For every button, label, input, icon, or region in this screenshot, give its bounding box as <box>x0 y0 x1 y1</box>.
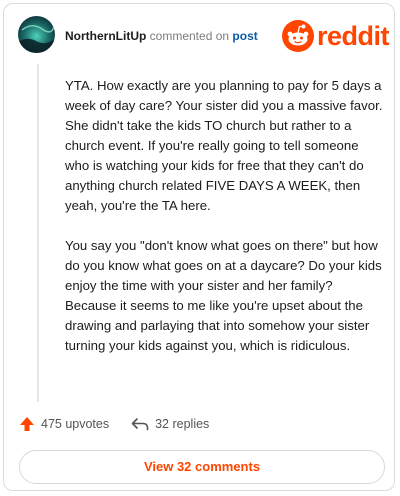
upvote-button[interactable]: 475 upvotes <box>19 416 109 432</box>
comment-header: NorthernLitUp commented on post <box>65 29 258 43</box>
reddit-logo[interactable]: reddit <box>282 20 390 52</box>
username[interactable]: NorthernLitUp <box>65 29 146 43</box>
comment-card: NorthernLitUp commented on post reddit Y… <box>3 3 395 491</box>
reddit-wordmark: reddit <box>317 20 390 51</box>
reply-count: 32 replies <box>155 417 210 431</box>
action-text: commented on <box>149 29 230 43</box>
reddit-logo-icon <box>282 20 314 52</box>
comment-body: YTA. How exactly are you planning to pay… <box>65 76 383 376</box>
avatar[interactable] <box>18 16 55 53</box>
reply-icon <box>131 418 149 431</box>
comment-actions: 475 upvotes 32 replies <box>19 416 231 432</box>
comment-paragraph: YTA. How exactly are you planning to pay… <box>65 78 383 213</box>
thread-line[interactable] <box>37 64 39 402</box>
upvote-count: 475 upvotes <box>41 417 110 431</box>
comment-paragraph: You say you "don't know what goes on the… <box>65 238 382 353</box>
upvote-arrow-icon <box>20 417 34 431</box>
post-link[interactable]: post <box>232 29 257 43</box>
reply-button[interactable]: 32 replies <box>131 417 209 431</box>
view-comments-button[interactable]: View 32 comments <box>19 450 385 484</box>
